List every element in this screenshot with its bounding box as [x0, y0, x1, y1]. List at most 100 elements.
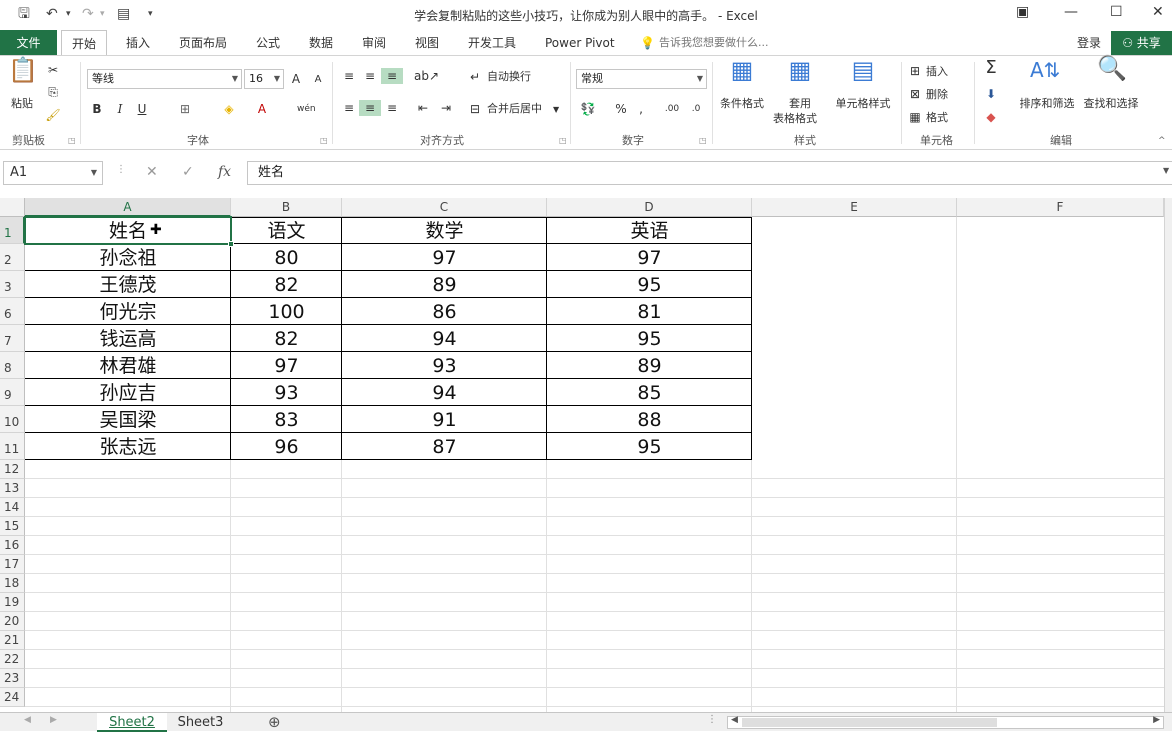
row-header[interactable]: 11 [0, 433, 25, 460]
table-cell[interactable]: 93 [342, 352, 547, 379]
table-cell[interactable]: 林君雄 [25, 352, 231, 379]
table-cell[interactable]: 96 [231, 433, 342, 460]
table-cell[interactable]: 88 [547, 406, 752, 433]
comma-style-icon[interactable]: , [635, 101, 647, 117]
table-cell[interactable]: 81 [547, 298, 752, 325]
table-cell[interactable]: 94 [342, 379, 547, 406]
table-cell[interactable]: 95 [547, 271, 752, 298]
align-right-icon[interactable]: ≡ [384, 100, 400, 116]
fill-color-icon[interactable]: ◈ [221, 101, 237, 117]
col-header-d[interactable]: D [547, 198, 752, 217]
merge-center-icon[interactable]: ⊟ [467, 101, 483, 117]
scroll-thumb[interactable] [742, 718, 997, 727]
font-name-select[interactable]: 等线 ▼ [87, 69, 242, 89]
maximize-icon[interactable]: ☐ [1110, 4, 1123, 20]
table-cell[interactable]: 83 [231, 406, 342, 433]
col-header-e[interactable]: E [752, 198, 957, 217]
align-center-icon[interactable]: ≡ [359, 100, 381, 116]
conditional-format-icon[interactable]: ▦ [727, 58, 757, 82]
number-launcher-icon[interactable]: ◳ [699, 133, 707, 149]
col-header-a[interactable]: A [25, 198, 231, 217]
header-cell[interactable]: 数学 [342, 217, 547, 244]
grow-font-icon[interactable]: A [289, 71, 303, 87]
table-cell[interactable]: 85 [547, 379, 752, 406]
enter-icon[interactable]: ✓ [182, 164, 194, 180]
tab-home[interactable]: 开始 [61, 30, 108, 56]
wrap-text-button[interactable]: 自动换行 [487, 70, 531, 84]
table-cell[interactable]: 吴国梁 [25, 406, 231, 433]
find-select-icon[interactable]: 🔍 [1097, 56, 1127, 80]
phonetic-icon[interactable]: wén [297, 101, 316, 117]
tab-developer[interactable]: 开发工具 [468, 30, 516, 56]
fill-icon[interactable]: ⬇ [982, 86, 1000, 102]
table-cell[interactable]: 97 [547, 244, 752, 271]
italic-icon[interactable]: I [113, 101, 127, 117]
tab-data[interactable]: 数据 [309, 30, 333, 56]
table-cell[interactable]: 97 [342, 244, 547, 271]
tab-review[interactable]: 审阅 [362, 30, 386, 56]
row-header[interactable]: 7 [0, 325, 25, 352]
chevron-down-icon[interactable]: ▼ [553, 102, 559, 118]
row-header[interactable]: 14 [0, 498, 25, 517]
table-cell[interactable]: 王德茂 [25, 271, 231, 298]
table-cell[interactable]: 孙念祖 [25, 244, 231, 271]
share-button[interactable]: ⚇ 共享 [1111, 31, 1172, 55]
col-header-f[interactable]: F [957, 198, 1164, 217]
number-format-select[interactable]: 常规 ▼ [576, 69, 707, 89]
cut-icon[interactable]: ✂ [45, 62, 61, 78]
row-header[interactable]: 12 [0, 460, 25, 479]
tab-power-pivot[interactable]: Power Pivot [545, 30, 615, 56]
align-launcher-icon[interactable]: ◳ [559, 133, 567, 149]
sheet-tab-sheet3[interactable]: Sheet3 [167, 713, 234, 732]
decrease-indent-icon[interactable]: ⇤ [414, 100, 432, 116]
row-header[interactable]: 21 [0, 631, 25, 650]
conditional-format-button[interactable]: 条件格式 [716, 97, 768, 111]
table-cell[interactable]: 86 [342, 298, 547, 325]
tab-page-layout[interactable]: 页面布局 [179, 30, 227, 56]
merge-center-button[interactable]: 合并后居中 [487, 102, 542, 116]
table-cell[interactable]: 89 [342, 271, 547, 298]
insert-cells-button[interactable]: 插入 [926, 65, 948, 79]
table-cell[interactable]: 95 [547, 433, 752, 460]
table-cell[interactable]: 93 [231, 379, 342, 406]
table-format-label-2[interactable]: 表格格式 [770, 112, 820, 126]
row-header[interactable]: 17 [0, 555, 25, 574]
row-header[interactable]: 13 [0, 479, 25, 498]
bold-icon[interactable]: B [90, 101, 104, 117]
underline-icon[interactable]: U [135, 101, 149, 117]
tab-formulas[interactable]: 公式 [256, 30, 280, 56]
cancel-icon[interactable]: ✕ [146, 164, 158, 180]
row-header[interactable]: 19 [0, 593, 25, 612]
row-header[interactable]: 23 [0, 669, 25, 688]
clear-icon[interactable]: ◆ [982, 109, 1000, 125]
align-top-icon[interactable]: ≡ [341, 68, 357, 84]
table-cell[interactable]: 张志远 [25, 433, 231, 460]
table-format-icon[interactable]: ▦ [785, 58, 815, 82]
sort-filter-icon[interactable]: A⇅ [1030, 60, 1060, 80]
table-cell[interactable]: 94 [342, 325, 547, 352]
table-cell[interactable]: 钱运高 [25, 325, 231, 352]
paste-icon[interactable]: 📋 [8, 58, 38, 82]
scroll-left-icon[interactable]: ◀ [731, 715, 738, 725]
sign-in-link[interactable]: 登录 [1077, 30, 1101, 56]
ribbon-display-icon[interactable]: ▣ [1016, 4, 1029, 20]
collapse-ribbon-icon[interactable]: ^ [1158, 133, 1166, 149]
table-cell[interactable]: 82 [231, 271, 342, 298]
row-header[interactable]: 9 [0, 379, 25, 406]
row-header[interactable]: 22 [0, 650, 25, 669]
row-header[interactable]: 2 [0, 244, 25, 271]
sheet-tab-sheet2[interactable]: Sheet2 [97, 713, 167, 732]
row-header[interactable]: 3 [0, 271, 25, 298]
prev-sheet-icon[interactable]: ◀ [24, 715, 31, 725]
increase-indent-icon[interactable]: ⇥ [437, 100, 455, 116]
minimize-icon[interactable]: — [1064, 4, 1078, 20]
table-cell[interactable]: 何光宗 [25, 298, 231, 325]
next-sheet-icon[interactable]: ▶ [50, 715, 57, 725]
vertical-scrollbar[interactable] [1164, 198, 1172, 712]
autosum-icon[interactable]: Σ [982, 59, 1000, 77]
align-bottom-icon[interactable]: ≡ [381, 68, 403, 84]
row-header[interactable]: 8 [0, 352, 25, 379]
tab-insert[interactable]: 插入 [126, 30, 150, 56]
copy-icon[interactable]: ⎘ [45, 84, 61, 100]
row-header[interactable]: 20 [0, 612, 25, 631]
